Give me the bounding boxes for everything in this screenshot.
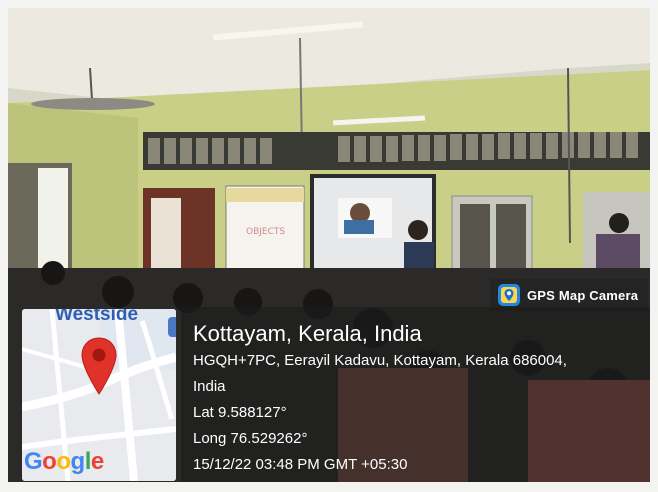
address-line-1: HGQH+7PC, Eerayil Kadavu, Kottayam, Kera… — [193, 352, 567, 369]
map-place-label: Westside — [55, 309, 139, 325]
google-logo: Google — [24, 448, 104, 475]
latitude-text: Lat 9.588127° — [193, 404, 287, 421]
timestamp-text: 15/12/22 03:48 PM GMT +05:30 — [193, 456, 408, 473]
gps-map-camera-icon — [498, 284, 520, 306]
address-line-2: India — [193, 378, 226, 395]
svg-text:OBJECTS: OBJECTS — [246, 227, 285, 237]
longitude-text: Long 76.529262° — [193, 430, 308, 447]
badge-label: GPS Map Camera — [527, 287, 639, 303]
location-info-panel: Kottayam, Kerala, India HGQH+7PC, Eerayi… — [181, 307, 650, 482]
location-map-thumbnail: Westside Google — [22, 309, 176, 481]
map-pin-icon — [81, 337, 117, 395]
photo-frame: OBJECTS GPS Map Camera Westside Google K… — [8, 8, 650, 482]
location-title: Kottayam, Kerala, India — [193, 321, 422, 346]
